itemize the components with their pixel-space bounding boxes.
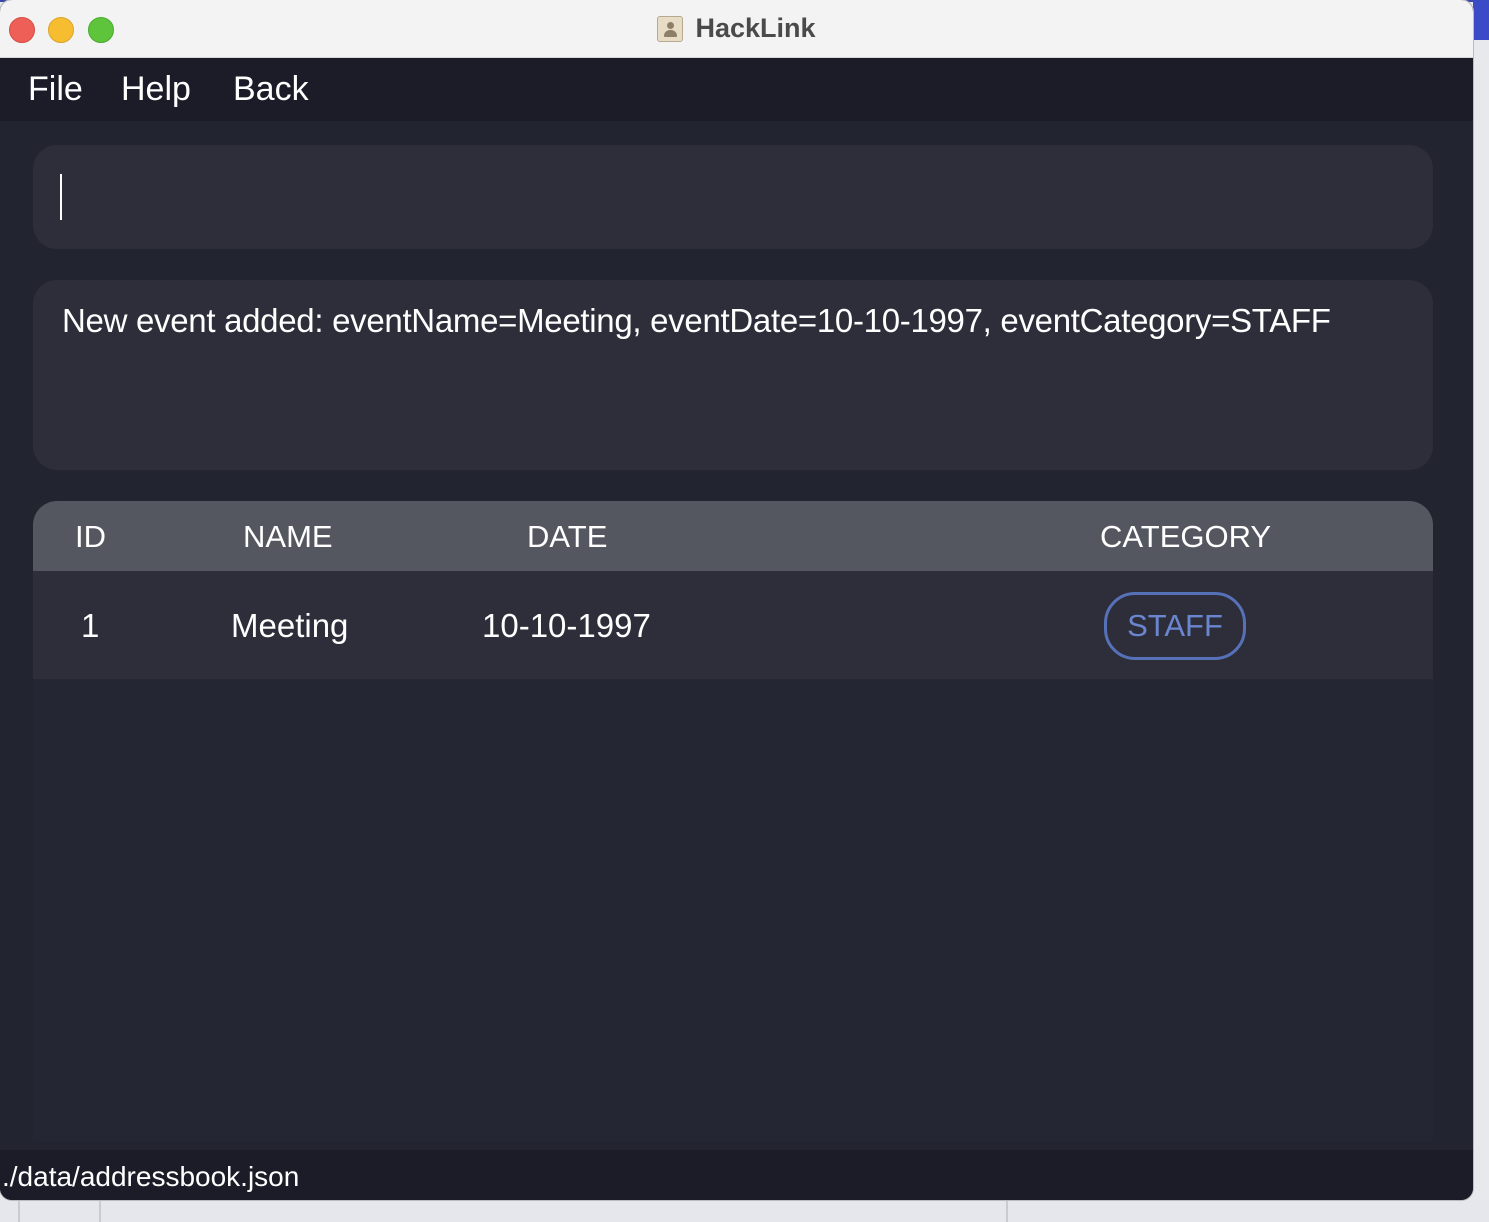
app-icon bbox=[657, 15, 684, 42]
background-divider bbox=[18, 1200, 20, 1222]
save-file-path: ./data/addressbook.json bbox=[2, 1161, 300, 1192]
table-header: ID NAME DATE CATEGORY bbox=[33, 501, 1433, 571]
table-row[interactable]: 1 Meeting 10-10-1997 STAFF bbox=[33, 571, 1433, 681]
app-window: HackLink File Help Back New event added:… bbox=[0, 0, 1473, 1200]
command-box bbox=[33, 145, 1433, 249]
category-tag: STAFF bbox=[1104, 592, 1246, 660]
window-title: HackLink bbox=[695, 13, 816, 43]
status-bar: ./data/addressbook.json bbox=[0, 1150, 1473, 1200]
menu-back[interactable]: Back bbox=[233, 68, 309, 110]
title-bar: HackLink bbox=[0, 0, 1473, 58]
app-icon-body bbox=[664, 29, 678, 37]
app-icon-head bbox=[667, 21, 675, 29]
text-caret bbox=[60, 174, 62, 220]
cell-id: 1 bbox=[81, 607, 100, 644]
result-display: New event added: eventName=Meeting, even… bbox=[33, 280, 1433, 470]
background-window-edge bbox=[1473, 0, 1489, 40]
column-header-id[interactable]: ID bbox=[75, 519, 106, 555]
event-table: ID NAME DATE CATEGORY 1 Meeting 10-10-19… bbox=[33, 501, 1433, 1141]
column-header-category[interactable]: CATEGORY bbox=[1100, 519, 1271, 555]
cell-name: Meeting bbox=[231, 607, 349, 644]
column-header-date[interactable]: DATE bbox=[527, 519, 607, 555]
table-empty-area bbox=[33, 681, 1433, 1141]
cell-date: 10-10-1997 bbox=[482, 607, 651, 644]
menu-bar: File Help Back bbox=[0, 58, 1473, 121]
command-input[interactable] bbox=[63, 165, 1407, 231]
title-area: HackLink bbox=[0, 0, 1473, 57]
background-divider bbox=[99, 1200, 101, 1222]
column-header-name[interactable]: NAME bbox=[243, 519, 333, 555]
background-window bbox=[0, 1200, 1489, 1222]
background-divider bbox=[1006, 1200, 1008, 1222]
result-message: New event added: eventName=Meeting, even… bbox=[62, 302, 1331, 339]
menu-file[interactable]: File bbox=[28, 68, 83, 110]
menu-help[interactable]: Help bbox=[121, 68, 191, 110]
